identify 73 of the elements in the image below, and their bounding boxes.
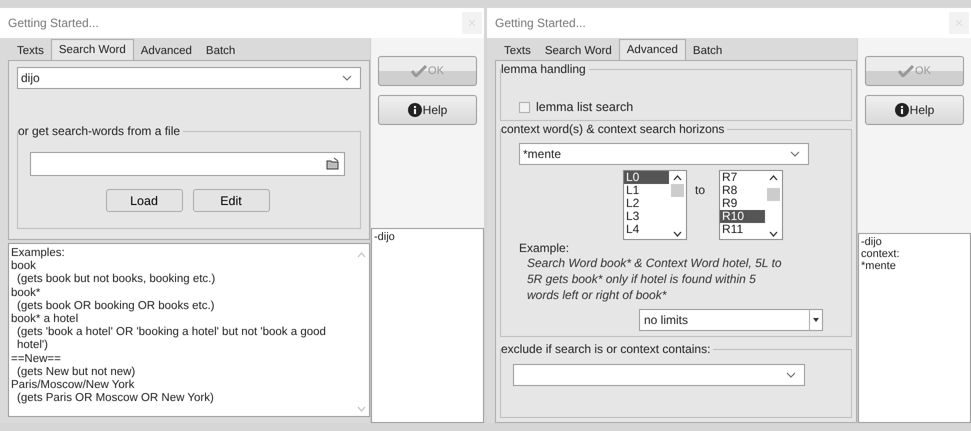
tab[interactable]: Texts (10, 42, 51, 60)
list-item[interactable]: L3 (624, 210, 669, 223)
tab[interactable]: Batch (686, 42, 730, 60)
lemma-checkbox[interactable]: lemma list search (519, 100, 634, 114)
output-line: *mente (861, 260, 897, 272)
example-pattern: Paris/Moscow/New York (11, 379, 136, 392)
chevron-up-icon (356, 252, 366, 258)
tab[interactable]: Advanced (618, 39, 686, 60)
chevron-up-icon (673, 175, 682, 181)
info-icon (408, 103, 422, 117)
help-button[interactable]: Help (865, 95, 964, 125)
tab[interactable]: Batch (198, 42, 242, 60)
group-legend: context word(s) & context search horizons (501, 122, 728, 136)
chevron-up-icon (769, 175, 778, 181)
group-legend: exclude if search is or context contains: (501, 342, 714, 356)
tab[interactable]: Search Word (50, 39, 134, 60)
group-legend: lemma handling (501, 62, 589, 76)
checkmark-icon (898, 65, 914, 77)
group-legend: or get search-words from a file (18, 124, 184, 138)
horizon-listbox[interactable]: L0 L1 L2 L3 L4 (623, 170, 687, 240)
example-pattern: book* a hotel (11, 313, 80, 326)
example-pattern: ==New== (11, 352, 62, 366)
search-word-combo[interactable]: dijo (17, 67, 361, 89)
list-item[interactable]: L4 (624, 223, 669, 236)
checkmark-icon (411, 65, 428, 77)
tab[interactable]: Advanced (134, 42, 199, 60)
examples-heading: Examples: (11, 247, 66, 260)
list-item[interactable]: L0 (624, 171, 669, 184)
list-item[interactable]: R10 (720, 210, 766, 223)
scroll-thumb[interactable] (767, 188, 780, 201)
close-button[interactable] (462, 12, 482, 34)
example-pattern: book (11, 260, 37, 274)
example-note: (gets book OR booking OR books etc.) (16, 300, 216, 314)
context-word-combo[interactable]: *mente (519, 143, 809, 165)
example-note: (gets 'book a hotel' OR 'booking a hotel' but not 'book a good hotel') (16, 326, 327, 353)
info-icon (894, 103, 909, 117)
exclude-combo[interactable] (513, 364, 805, 386)
output-line: -dijo (861, 236, 883, 248)
chevron-down-icon (342, 75, 352, 81)
list-item[interactable]: R7 (720, 171, 766, 184)
limit-dropdown[interactable]: no limits (639, 309, 823, 331)
chevron-down-icon (769, 231, 778, 237)
tab[interactable]: Texts (497, 42, 538, 60)
file-button[interactable]: Load (106, 189, 182, 212)
tab[interactable]: Search Word (538, 42, 619, 60)
window-title: Getting Started... (495, 16, 586, 30)
output-line: context: (861, 248, 901, 260)
example-pattern: book* (11, 286, 42, 300)
help-button[interactable]: Help (378, 95, 477, 125)
file-button[interactable]: Edit (192, 189, 270, 212)
horizon-listbox[interactable]: R7 R8 R9 R10 R11 (719, 170, 784, 240)
window-title: Getting Started... (8, 16, 99, 30)
chevron-down-icon (356, 406, 366, 412)
list-item[interactable]: R9 (720, 197, 766, 210)
list-item[interactable]: R8 (720, 184, 766, 197)
close-button[interactable] (949, 12, 969, 34)
example-label: Example: (519, 241, 570, 255)
chevron-down-icon (673, 231, 682, 237)
chevron-down-icon (790, 151, 800, 157)
chevron-down-icon (786, 372, 796, 378)
list-item[interactable]: R11 (720, 223, 766, 236)
list-item[interactable]: L2 (624, 197, 669, 210)
example-text: Search Word book* & Context Word hotel, 5L to 5R gets book* only if hotel is found within 5 words left or right of book* (526, 255, 783, 303)
example-note: (gets book but not books, booking etc.) (16, 273, 216, 287)
list-item[interactable]: L1 (624, 184, 669, 197)
folder-icon (326, 157, 340, 171)
example-note: (gets Paris OR Moscow OR New York) (16, 392, 215, 406)
example-note: (gets New but not new) (16, 366, 136, 380)
output-line: -dijo (374, 231, 396, 243)
scroll-thumb[interactable] (671, 184, 684, 197)
caret-icon (813, 318, 819, 322)
file-path-field[interactable] (30, 152, 345, 176)
to-label: to (695, 182, 706, 199)
